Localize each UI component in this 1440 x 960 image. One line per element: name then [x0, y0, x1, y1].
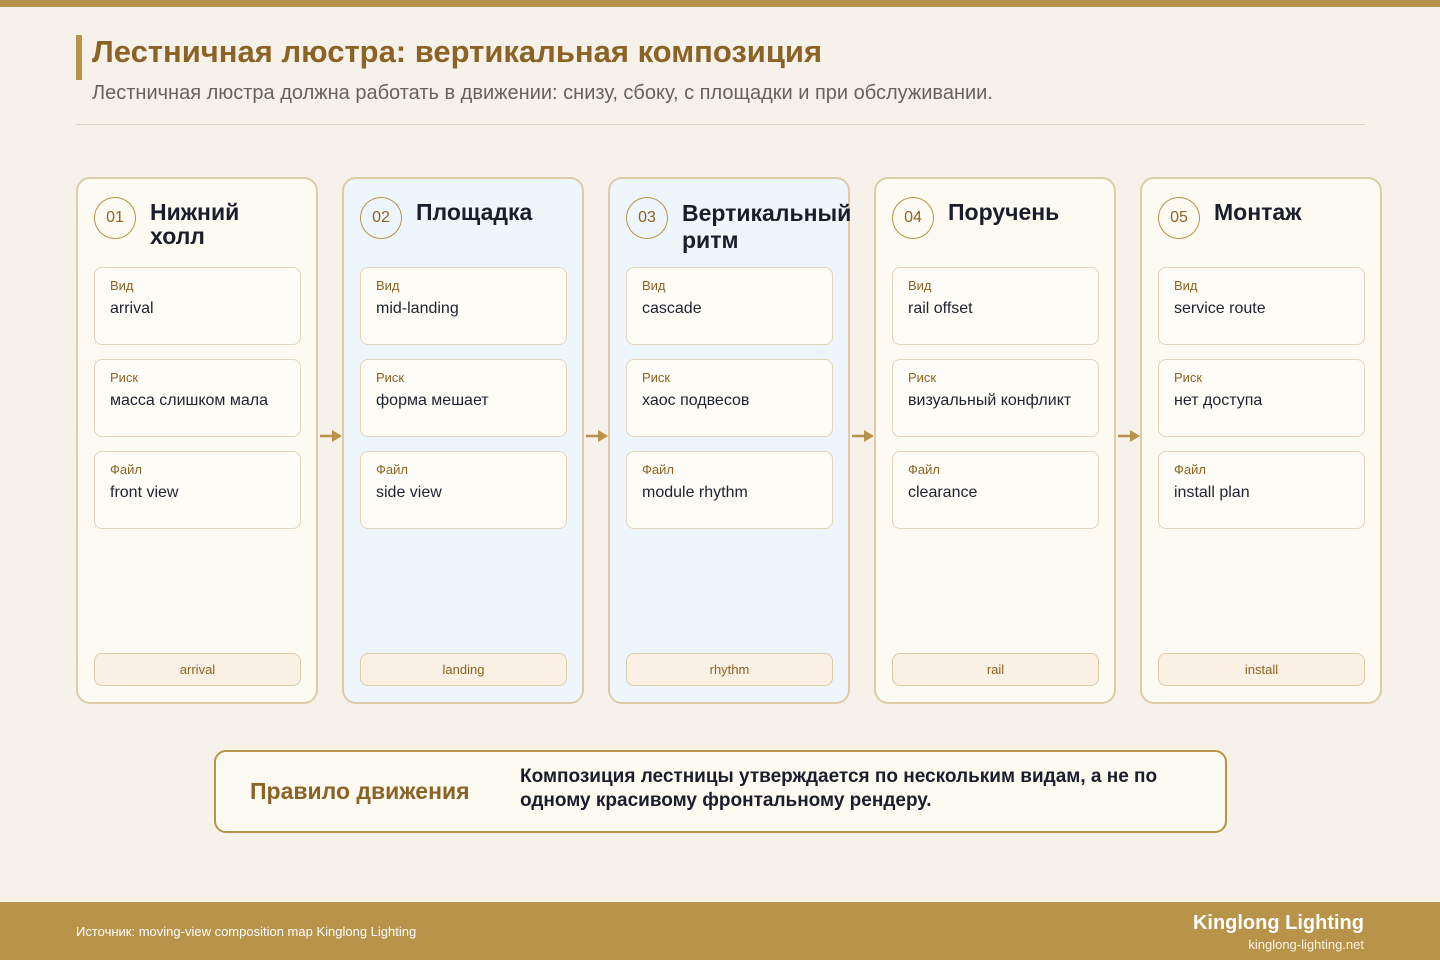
stage-number: 01: [94, 197, 136, 239]
field-value: rail offset: [908, 300, 973, 317]
arrow-right-icon: [586, 430, 608, 442]
field-value: module rhythm: [642, 484, 748, 501]
arrow-right-icon: [852, 430, 874, 442]
field-label: Риск: [642, 370, 671, 385]
rule-text: Композиция лестницы утверждается по неск…: [520, 766, 1158, 811]
field-value: service route: [1174, 300, 1266, 317]
stage-title: Вертикальный ритм: [682, 200, 852, 253]
page-title: Лестничная люстра: вертикальная композиц…: [92, 34, 823, 69]
field-value: install plan: [1174, 484, 1250, 501]
footer-brand: Kinglong Lighting: [1192, 912, 1364, 934]
field-file: Файл clearance: [892, 451, 1099, 529]
field-view: Вид service route: [1158, 267, 1365, 345]
arrow-right-icon: [320, 430, 342, 442]
field-label: Вид: [110, 278, 134, 293]
field-label: Вид: [376, 278, 400, 293]
field-view: Вид rail offset: [892, 267, 1099, 345]
field-risk: Риск форма мешает: [360, 359, 567, 437]
field-risk: Риск масса слишком мала: [94, 359, 301, 437]
field-file: Файл install plan: [1158, 451, 1365, 529]
field-file: Файл side view: [360, 451, 567, 529]
stage-card-vertical-rhythm: 03 Вертикальный ритм Вид cascade Риск ха…: [608, 177, 852, 704]
field-label: Вид: [908, 278, 932, 293]
field-value: нет доступа: [1174, 392, 1263, 409]
stage-title: Нижний холл: [150, 199, 240, 249]
top-accent-bar: [0, 0, 1440, 7]
field-label: Риск: [908, 370, 937, 385]
field-value: side view: [376, 484, 442, 501]
field-file: Файл front view: [94, 451, 301, 529]
field-value: arrival: [110, 300, 154, 317]
stage-tag: arrival: [94, 653, 301, 686]
field-risk: Риск визуальный конфликт: [892, 359, 1099, 437]
stage-card-landing: 02 Площадка Вид mid-landing Риск форма м…: [342, 177, 584, 704]
field-risk: Риск хаос подвесов: [626, 359, 833, 437]
field-view: Вид cascade: [626, 267, 833, 345]
stage-tag: rhythm: [626, 653, 833, 686]
stage-title: Монтаж: [1214, 199, 1302, 225]
field-value: cascade: [642, 300, 702, 317]
stage-number: 04: [892, 197, 934, 239]
field-label: Файл: [376, 462, 408, 477]
stage-number: 05: [1158, 197, 1200, 239]
field-label: Вид: [1174, 278, 1198, 293]
field-label: Риск: [1174, 370, 1203, 385]
arrow-right-icon: [1118, 430, 1140, 442]
field-value: визуальный конфликт: [908, 392, 1072, 409]
stage-card-lower-hall: 01 Нижний холл Вид arrival Риск масса сл…: [76, 177, 318, 704]
stage-card-installation: 05 Монтаж Вид service route Риск нет дос…: [1140, 177, 1382, 704]
stage-number: 03: [626, 197, 668, 239]
footer: Источник: moving-view composition map Ki…: [0, 902, 1440, 960]
footer-url: kinglong-lighting.net: [1248, 937, 1364, 952]
field-label: Риск: [110, 370, 139, 385]
title-accent-bar: [76, 35, 82, 80]
page-subtitle: Лестничная люстра должна работать в движ…: [92, 82, 993, 104]
stage-tag: landing: [360, 653, 567, 686]
title-divider: [76, 124, 1365, 125]
field-label: Файл: [908, 462, 940, 477]
field-risk: Риск нет доступа: [1158, 359, 1365, 437]
field-value: форма мешает: [376, 392, 489, 409]
stage-tag: install: [1158, 653, 1365, 686]
movement-rule-box: Правило движения Композиция лестницы утв…: [214, 750, 1227, 833]
stage-title: Поручень: [948, 199, 1060, 225]
stage-tag: rail: [892, 653, 1099, 686]
field-value: mid-landing: [376, 300, 459, 317]
field-view: Вид mid-landing: [360, 267, 567, 345]
field-label: Файл: [110, 462, 142, 477]
field-value: хаос подвесов: [642, 392, 750, 409]
field-label: Файл: [642, 462, 674, 477]
field-value: clearance: [908, 484, 978, 501]
stage-number: 02: [360, 197, 402, 239]
field-label: Вид: [642, 278, 666, 293]
field-label: Файл: [1174, 462, 1206, 477]
footer-source: Источник: moving-view composition map Ki…: [76, 924, 417, 939]
field-file: Файл module rhythm: [626, 451, 833, 529]
field-view: Вид arrival: [94, 267, 301, 345]
field-label: Риск: [376, 370, 405, 385]
rule-label: Правило движения: [250, 778, 470, 804]
stage-card-handrail: 04 Поручень Вид rail offset Риск визуаль…: [874, 177, 1116, 704]
stage-title: Площадка: [416, 199, 533, 225]
field-value: front view: [110, 484, 179, 501]
field-value: масса слишком мала: [110, 392, 269, 409]
